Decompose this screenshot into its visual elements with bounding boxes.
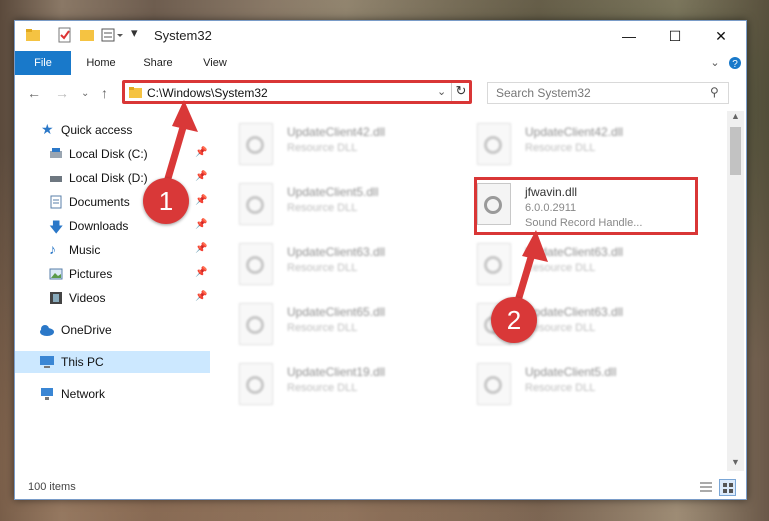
pin-icon: 📌 bbox=[195, 219, 208, 230]
sidebar-item-this-pc[interactable]: This PC bbox=[15, 351, 210, 373]
forward-arrow-icon[interactable]: → bbox=[55, 85, 69, 101]
item-count: 100 items bbox=[28, 481, 76, 493]
folder-icon bbox=[128, 85, 143, 104]
search-icon[interactable]: ⚲ bbox=[710, 85, 719, 99]
scrollbar-thumb[interactable] bbox=[730, 127, 741, 175]
window-title: System32 bbox=[154, 28, 212, 43]
recent-locations-icon[interactable]: ⌄ bbox=[81, 88, 89, 99]
sidebar-item-network[interactable]: Network bbox=[15, 383, 210, 405]
list-item[interactable]: UpdateClient65.dll Resource DLL bbox=[231, 299, 441, 353]
tab-view[interactable]: View bbox=[192, 51, 238, 75]
list-item[interactable]: UpdateClient5.dll Resource DLL bbox=[469, 359, 679, 413]
vertical-scrollbar[interactable]: ▲ ▼ bbox=[727, 111, 744, 471]
file-explorer-window: ▾ System32 — ☐ ✕ File Home Share View ⌄ … bbox=[14, 20, 747, 500]
callout-badge-1: 1 bbox=[143, 178, 189, 224]
maximize-button[interactable]: ☐ bbox=[652, 21, 698, 51]
cloud-icon bbox=[39, 323, 54, 337]
tab-file[interactable]: File bbox=[15, 51, 71, 75]
dll-file-icon bbox=[477, 363, 511, 405]
pin-icon: 📌 bbox=[195, 291, 208, 302]
tab-home[interactable]: Home bbox=[78, 51, 124, 75]
computer-icon bbox=[39, 355, 54, 369]
details-view-icon[interactable] bbox=[699, 480, 713, 497]
list-item[interactable]: UpdateClient5.dll Resource DLL bbox=[231, 179, 441, 233]
minimize-button[interactable]: — bbox=[606, 21, 652, 51]
list-item[interactable]: UpdateClient42.dll Resource DLL bbox=[469, 119, 679, 173]
pin-icon: 📌 bbox=[195, 267, 208, 278]
back-arrow-icon[interactable]: ← bbox=[27, 85, 41, 101]
sidebar-item-music[interactable]: ♪ Music 📌 bbox=[15, 239, 210, 261]
refresh-icon[interactable]: ↻ bbox=[451, 83, 470, 101]
chevron-down-icon[interactable]: ▾ bbox=[131, 25, 138, 43]
svg-text:?: ? bbox=[732, 59, 738, 70]
star-icon: ★ bbox=[41, 121, 54, 137]
help-icon[interactable]: ? bbox=[725, 51, 745, 75]
drive-icon bbox=[49, 171, 63, 185]
dll-file-icon bbox=[239, 363, 273, 405]
status-bar: 100 items bbox=[15, 477, 746, 499]
tab-share[interactable]: Share bbox=[135, 51, 181, 75]
callout-badge-2: 2 bbox=[491, 297, 537, 343]
ribbon-tabs: File Home Share View ⌄ ? bbox=[15, 51, 746, 76]
title-bar: ▾ System32 — ☐ ✕ bbox=[15, 21, 746, 51]
list-item[interactable]: UpdateClient42.dll Resource DLL bbox=[231, 119, 441, 173]
new-folder-icon[interactable] bbox=[79, 27, 95, 45]
music-icon: ♪ bbox=[49, 241, 56, 257]
sidebar-item-onedrive[interactable]: OneDrive bbox=[15, 319, 210, 341]
drive-icon bbox=[49, 147, 63, 161]
address-row: ← → ⌄ ↑ C:\Windows\System32 ⌄ ↻ Search S… bbox=[15, 75, 746, 111]
file-list: UpdateClient42.dll Resource DLL UpdateCl… bbox=[211, 111, 727, 471]
scroll-up-icon[interactable]: ▲ bbox=[731, 111, 740, 121]
customize-toolbar-icon[interactable] bbox=[101, 27, 127, 45]
properties-icon[interactable] bbox=[57, 27, 73, 45]
list-item[interactable]: UpdateClient19.dll Resource DLL bbox=[231, 359, 441, 413]
documents-icon bbox=[49, 195, 63, 209]
tiles-view-icon[interactable] bbox=[719, 479, 736, 496]
dll-file-icon bbox=[477, 123, 511, 165]
download-icon: 🡇 bbox=[49, 219, 64, 235]
up-arrow-icon[interactable]: ↑ bbox=[101, 85, 108, 101]
close-button[interactable]: ✕ bbox=[698, 21, 744, 51]
network-icon bbox=[39, 387, 53, 401]
dll-file-icon bbox=[239, 183, 273, 225]
expand-ribbon-icon[interactable]: ⌄ bbox=[705, 51, 725, 75]
sidebar-item-pictures[interactable]: Pictures 📌 bbox=[15, 263, 210, 285]
folder-icon bbox=[25, 27, 41, 45]
list-item[interactable]: UpdateClient63.dll Resource DLL bbox=[231, 239, 441, 293]
pictures-icon bbox=[49, 267, 63, 281]
videos-icon bbox=[49, 291, 63, 305]
dll-file-icon bbox=[239, 123, 273, 165]
search-input[interactable]: Search System32 ⚲ bbox=[487, 82, 729, 104]
scroll-down-icon[interactable]: ▼ bbox=[731, 457, 740, 467]
pin-icon: 📌 bbox=[195, 243, 208, 254]
search-placeholder: Search System32 bbox=[496, 86, 591, 100]
dll-file-icon bbox=[239, 303, 273, 345]
dll-file-icon bbox=[239, 243, 273, 285]
chevron-down-icon[interactable]: ⌄ bbox=[437, 85, 446, 98]
sidebar-item-videos[interactable]: Videos 📌 bbox=[15, 287, 210, 309]
